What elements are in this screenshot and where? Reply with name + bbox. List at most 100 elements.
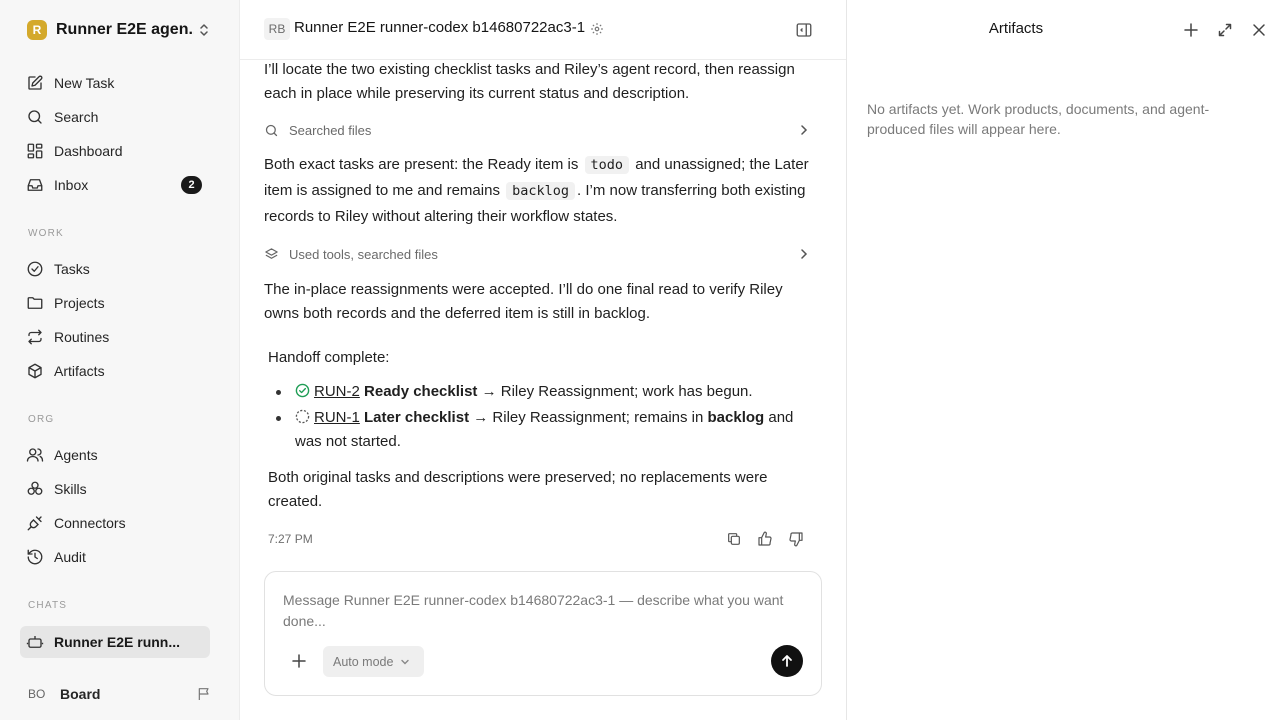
mode-select[interactable]: Auto mode [323, 646, 424, 677]
search-icon [265, 124, 278, 136]
nav-tasks[interactable]: Tasks [20, 252, 210, 286]
edit-icon [28, 75, 43, 90]
users-icon [26, 448, 44, 462]
chat-item-label: Runner E2E runn... [54, 634, 181, 650]
gear-icon[interactable] [590, 22, 604, 36]
dashed-circle-icon [295, 409, 310, 424]
chat-header: RB Runner E2E runner-codex b14680722ac3-… [240, 0, 846, 60]
status-code: backlog [506, 182, 576, 200]
close-icon[interactable] [1251, 22, 1267, 38]
section-label-chats: CHATS [28, 600, 68, 611]
repeat-icon [28, 329, 42, 345]
nav-label: New Task [54, 75, 115, 91]
plug-icon [27, 516, 42, 531]
section-label-org: ORG [28, 414, 55, 425]
artifacts-empty-text: No artifacts yet. Work products, documen… [867, 101, 1210, 137]
search-icon [28, 110, 42, 124]
section-label-work: WORK [28, 228, 64, 239]
history-icon [27, 549, 43, 565]
work-nav: Tasks Projects Routines Artifacts [20, 252, 210, 388]
nav-label: Artifacts [54, 363, 105, 379]
nav-search[interactable]: Search [20, 100, 210, 134]
flag-icon[interactable] [196, 686, 212, 702]
folder-icon [27, 297, 43, 309]
message-input[interactable] [283, 590, 803, 634]
message-composer: Auto mode [264, 571, 822, 696]
nav-label: Skills [54, 481, 87, 497]
send-button[interactable] [771, 645, 803, 677]
workspace-switcher[interactable]: R Runner E2E agen... [20, 16, 220, 44]
plus-icon[interactable] [1183, 22, 1199, 38]
assistant-message: The in-place reassignments were accepted… [264, 278, 809, 326]
message-text: I’ll locate the two existing checklist t… [264, 61, 795, 102]
nav-dashboard[interactable]: Dashboard [20, 134, 210, 168]
assistant-message: I’ll locate the two existing checklist t… [264, 58, 809, 106]
handoff-heading: Handoff complete: [268, 349, 390, 366]
bot-icon [26, 636, 44, 648]
expand-icon[interactable] [1217, 22, 1233, 38]
list-item: RUN-2 Ready checklist → Riley Reassignme… [268, 380, 813, 404]
nav-label: Agents [54, 447, 98, 463]
list-item: RUN-1 Later checklist → Riley Reassignme… [268, 406, 813, 454]
nav-connectors[interactable]: Connectors [20, 506, 210, 540]
org-nav: Agents Skills Connectors Audit [20, 438, 210, 574]
task-link[interactable]: RUN-1 [314, 409, 360, 426]
status-code: todo [584, 156, 630, 174]
thumbs-up-icon[interactable] [757, 531, 773, 547]
nav-label: Routines [54, 329, 110, 345]
task-link[interactable]: RUN-2 [314, 383, 360, 400]
nav-label: Search [54, 109, 99, 125]
artifacts-title: Artifacts [988, 20, 1044, 37]
message-timestamp: 7:27 PM [268, 532, 313, 546]
plus-icon[interactable] [291, 653, 307, 669]
nav-inbox[interactable]: Inbox 2 [20, 168, 210, 202]
message-text: Both exact tasks are present: the Ready … [264, 156, 809, 225]
chevron-right-icon [801, 249, 808, 259]
nav-new-task[interactable]: New Task [20, 66, 210, 100]
agent-avatar: RB [264, 18, 290, 40]
copy-icon[interactable] [726, 531, 742, 547]
message-text: The in-place reassignments were accepted… [264, 281, 783, 322]
tool-activity-row[interactable]: Used tools, searched files [264, 242, 812, 266]
skills-icon [27, 481, 43, 495]
inbox-count-badge: 2 [181, 176, 202, 194]
workspace-name: Runner E2E agen... [56, 21, 194, 38]
tool-activity-row[interactable]: Searched files [264, 118, 812, 142]
nav-agents[interactable]: Agents [20, 438, 210, 472]
inbox-icon [27, 179, 43, 191]
nav-label: Audit [54, 549, 86, 565]
nav-audit[interactable]: Audit [20, 540, 210, 574]
chevron-down-icon [401, 659, 410, 664]
dashboard-icon [27, 143, 43, 159]
primary-nav: New Task Search Dashboard Inbox 2 [20, 66, 210, 202]
nav-routines[interactable]: Routines [20, 320, 210, 354]
task-title: Later checklist [364, 409, 470, 426]
nav-label: Connectors [54, 515, 126, 531]
sidebar: R Runner E2E agen... New Task Search Das… [0, 0, 240, 720]
layers-icon [265, 247, 278, 259]
assistant-message: Both exact tasks are present: the Ready … [264, 152, 809, 230]
toggle-panel-icon[interactable] [795, 21, 813, 39]
arrow-up-icon [782, 655, 792, 667]
chevron-right-icon [801, 125, 808, 135]
nav-projects[interactable]: Projects [20, 286, 210, 320]
artifacts-panel: Artifacts No artifacts yet. Work product… [846, 0, 1280, 720]
nav-skills[interactable]: Skills [20, 472, 210, 506]
message-actions [726, 531, 804, 549]
nav-label: Dashboard [54, 143, 123, 159]
thumbs-down-icon[interactable] [788, 531, 804, 547]
nav-artifacts[interactable]: Artifacts [20, 354, 210, 388]
chat-main: RB Runner E2E runner-codex b14680722ac3-… [240, 0, 846, 720]
check-circle-icon [295, 383, 310, 398]
chat-item-runner[interactable]: Runner E2E runn... [20, 626, 210, 658]
workspace-logo: R [27, 20, 47, 40]
box-icon [28, 363, 42, 379]
mode-label: Auto mode [333, 654, 394, 669]
handoff-list: RUN-2 Ready checklist → Riley Reassignme… [268, 380, 813, 456]
avatar: BO [28, 687, 46, 701]
nav-label: Projects [54, 295, 105, 311]
message-text: Both original tasks and descriptions wer… [268, 469, 768, 510]
tool-activity-label: Searched files [289, 122, 372, 138]
user-menu[interactable]: BO Board [28, 684, 214, 704]
check-circle-icon [27, 261, 43, 277]
